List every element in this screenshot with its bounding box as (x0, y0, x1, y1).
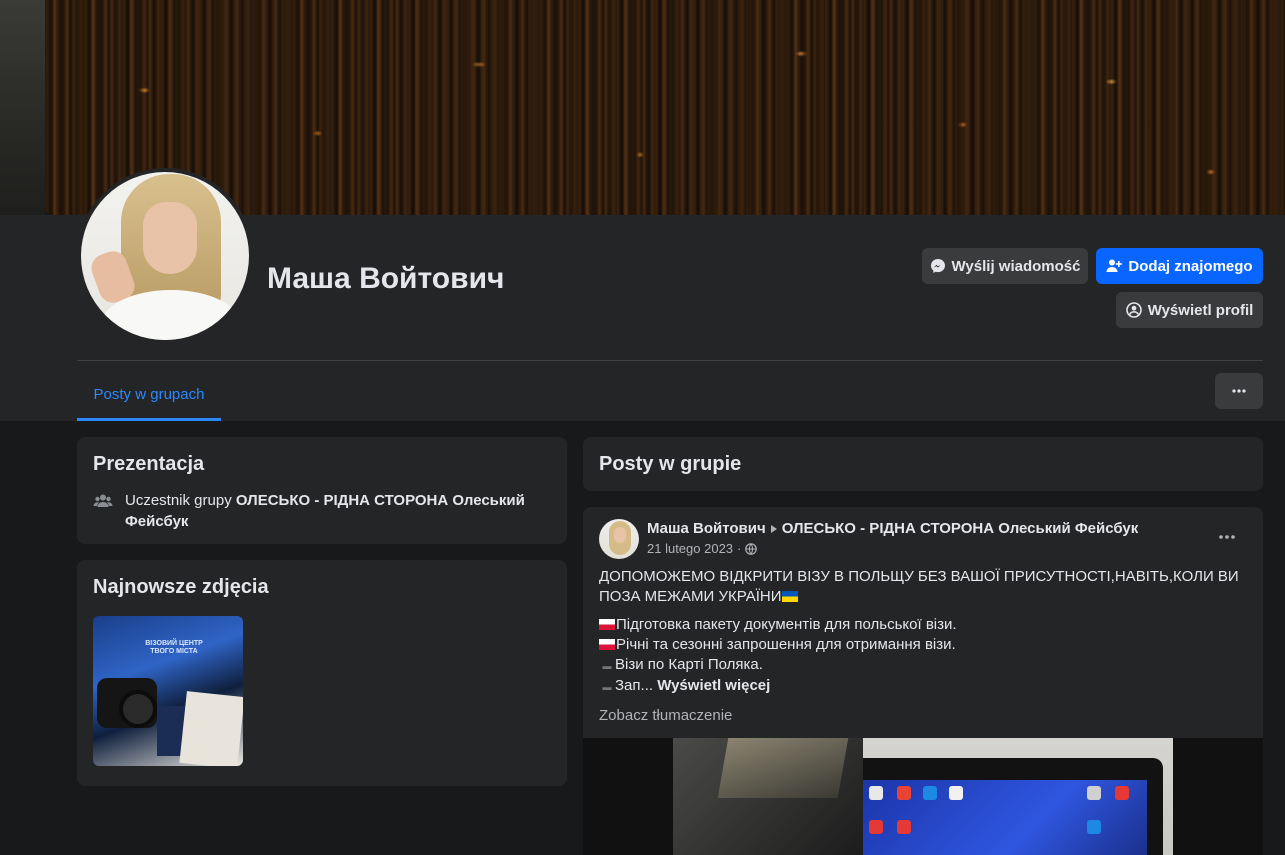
group-posts-title: Posty w grupie (599, 452, 742, 475)
profile-name: Маша Войтович (267, 262, 505, 295)
post-line-text: Підготовка пакету документів для польськ… (616, 616, 957, 633)
tab-label: Posty w grupach (93, 385, 205, 403)
bullet-icon: ▬ (602, 682, 612, 692)
group-membership-row: Uczestnik grupy ОЛЕСЬКО - РІДНА СТОРОНА … (93, 490, 551, 532)
post-header: Маша Войтович ОЛЕСЬКО - РІДНА СТОРОНА Ол… (647, 520, 1138, 537)
post-image[interactable] (583, 738, 1263, 855)
poland-flag-icon (599, 639, 615, 650)
bullet-icon: ▬ (602, 661, 612, 671)
thumbnail-screen-text: ВІЗОВИЙ ЦЕНТР ТВОГО МІСТА (145, 640, 203, 655)
post-group-link[interactable]: ОЛЕСЬКО - РІДНА СТОРОНА Олеський Фейсбук (782, 520, 1139, 537)
add-friend-button[interactable]: Dodaj znajomego (1096, 248, 1263, 284)
post-line: Підготовка пакету документів для польськ… (599, 615, 1239, 635)
avatar-image (81, 172, 249, 340)
messenger-icon (930, 259, 945, 273)
intro-card: Prezentacja Uczestnik grupy ОЛЕСЬКО - РІ… (77, 437, 567, 544)
more-dots-icon (1232, 389, 1246, 393)
post-timestamp: 21 lutego 2023 · (647, 541, 758, 556)
tab-group-posts[interactable]: Posty w grupach (77, 370, 221, 421)
see-more-link[interactable]: Wyświetl więcej (657, 677, 770, 694)
group-posts-header: Posty w grupie (583, 437, 1263, 491)
post-author-link[interactable]: Маша Войтович (647, 520, 766, 537)
post-line-text: Візи по Карті Поляка. (615, 656, 763, 673)
post-date-link[interactable]: 21 lutego 2023 (647, 541, 733, 556)
post-line-text: Зап... (615, 677, 654, 694)
recent-photos-card: Najnowsze zdjęcia ВІЗОВИЙ ЦЕНТР ТВОГО МІ… (77, 560, 567, 786)
group-post: Маша Войтович ОЛЕСЬКО - РІДНА СТОРОНА Ол… (583, 507, 1263, 855)
group-icon (93, 494, 113, 507)
photos-title: Najnowsze zdjęcia (93, 576, 269, 598)
send-message-button[interactable]: Wyślij wiadomość (922, 248, 1088, 284)
poland-flag-icon (599, 619, 615, 630)
view-profile-button[interactable]: Wyświetl profil (1116, 292, 1263, 328)
photo-thumbnail[interactable]: ВІЗОВИЙ ЦЕНТР ТВОГО МІСТА (93, 616, 243, 766)
post-author-avatar[interactable] (599, 519, 639, 559)
intro-title: Prezentacja (93, 453, 205, 475)
more-dots-icon (1219, 535, 1235, 539)
post-line: Річні та сезонні запрошення для отриманн… (599, 635, 1239, 655)
cover-photo[interactable] (45, 0, 1285, 215)
post-photo (673, 738, 1173, 855)
post-line: ▬ Зап... Wyświetl więcej (599, 676, 1239, 697)
post-headline-text: ДОПОМОЖЕМО ВІДКРИТИ ВІЗУ В ПОЛЬЩУ БЕЗ ВА… (599, 568, 1239, 605)
left-edge-background (0, 0, 45, 215)
send-message-label: Wyślij wiadomość (951, 257, 1081, 275)
post-headline: ДОПОМОЖЕМО ВІДКРИТИ ВІЗУ В ПОЛЬЩУ БЕЗ ВА… (599, 567, 1239, 607)
view-profile-label: Wyświetl profil (1147, 301, 1254, 319)
caret-right-icon (770, 524, 777, 533)
post-list: Підготовка пакету документів для польськ… (599, 615, 1239, 697)
add-person-icon (1106, 259, 1123, 272)
header-divider (77, 360, 1263, 361)
user-circle-icon (1125, 302, 1142, 318)
globe-icon (745, 542, 758, 555)
profile-more-button[interactable] (1215, 373, 1263, 409)
post-options-button[interactable] (1209, 523, 1245, 551)
see-translation-link[interactable]: Zobacz tłumaczenie (599, 707, 732, 724)
post-line: ▬ Візи по Карті Поляка. (599, 655, 1239, 676)
ukraine-flag-icon (781, 591, 798, 602)
add-friend-label: Dodaj znajomego (1128, 257, 1253, 275)
post-text: ДОПОМОЖЕМО ВІДКРИТИ ВІЗУ В ПОЛЬЩУ БЕЗ ВА… (599, 567, 1239, 697)
member-prefix: Uczestnik grupy (125, 492, 232, 509)
post-line-text: Річні та сезонні запрошення для отриманн… (616, 636, 956, 653)
profile-avatar[interactable] (77, 168, 253, 344)
